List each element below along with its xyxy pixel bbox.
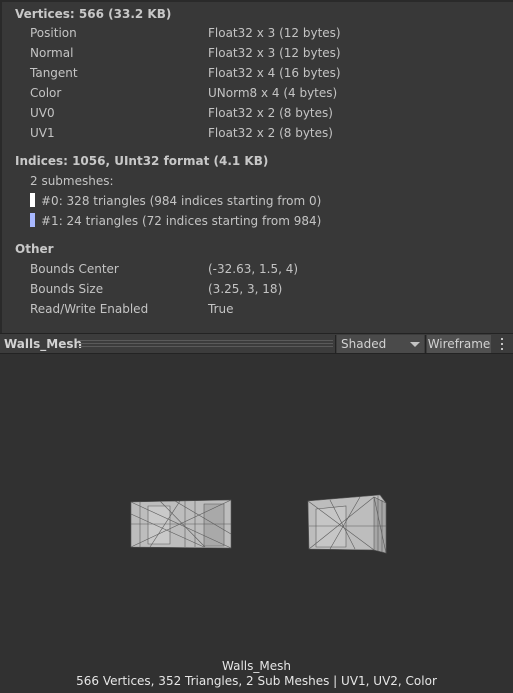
property-value: (-32.63, 1.5, 4) — [208, 262, 299, 276]
attribute-name: Tangent — [30, 66, 78, 80]
preview-title: Walls_Mesh — [4, 337, 83, 351]
attribute-name: Color — [30, 86, 62, 100]
submesh-label: #0: 328 triangles (984 indices starting … — [41, 194, 322, 208]
mesh-inspector-panel: Vertices: 566 (33.2 KB) Position Float32… — [0, 0, 513, 333]
property-name: Read/Write Enabled — [30, 302, 149, 316]
toolbar-separator — [335, 335, 336, 353]
property-value: True — [208, 302, 234, 316]
property-value: (3.25, 3, 18) — [208, 282, 283, 296]
property-name: Bounds Center — [30, 262, 119, 276]
more-options-icon[interactable] — [496, 336, 508, 352]
panel-border-left — [0, 0, 2, 333]
submesh-row-0: #0: 328 triangles (984 indices starting … — [30, 191, 321, 211]
preview-mesh-stats: 566 Vertices, 352 Triangles, 2 Sub Meshe… — [76, 674, 437, 688]
property-name: Bounds Size — [30, 282, 104, 296]
mesh-left — [130, 499, 232, 549]
shading-mode-dropdown[interactable]: Shaded — [337, 335, 424, 353]
shading-mode-label: Shaded — [341, 337, 387, 351]
submesh-color-swatch — [30, 193, 35, 207]
submesh-count: 2 submeshes: — [30, 174, 114, 188]
mesh-render — [130, 494, 387, 554]
panel-border-top — [0, 0, 513, 2]
indices-header: Indices: 1056, UInt32 format (4.1 KB) — [15, 154, 269, 168]
mesh-left-door — [203, 503, 225, 547]
mesh-right — [307, 494, 387, 554]
preview-mesh-name: Walls_Mesh — [222, 659, 291, 673]
toolbar-separator — [425, 335, 426, 353]
vertices-header: Vertices: 566 (33.2 KB) — [15, 7, 172, 21]
attribute-format: Float32 x 2 (8 bytes) — [208, 126, 333, 140]
other-header: Other — [15, 242, 54, 256]
attribute-format: Float32 x 2 (8 bytes) — [208, 106, 333, 120]
resize-grip[interactable] — [78, 340, 333, 348]
dropdown-arrow-icon — [410, 342, 420, 347]
mesh-right-opening — [315, 505, 347, 548]
attribute-name: UV1 — [30, 126, 55, 140]
attribute-name: Position — [30, 26, 77, 40]
submesh-color-swatch — [30, 213, 35, 227]
attribute-format: UNorm8 x 4 (4 bytes) — [208, 86, 338, 100]
submesh-row-1: #1: 24 triangles (72 indices starting fr… — [30, 211, 321, 231]
attribute-name: UV0 — [30, 106, 55, 120]
wireframe-toggle-button[interactable]: Wireframe — [427, 335, 491, 353]
mesh-left-window — [147, 505, 171, 545]
preview-toolbar: Walls_Mesh Shaded Wireframe — [0, 333, 513, 354]
attribute-format: Float32 x 3 (12 bytes) — [208, 26, 341, 40]
attribute-format: Float32 x 4 (16 bytes) — [208, 66, 341, 80]
submesh-label: #1: 24 triangles (72 indices starting fr… — [41, 214, 322, 228]
attribute-name: Normal — [30, 46, 74, 60]
attribute-format: Float32 x 3 (12 bytes) — [208, 46, 341, 60]
mesh-preview-viewport[interactable]: Walls_Mesh 566 Vertices, 352 Triangles, … — [0, 354, 513, 693]
